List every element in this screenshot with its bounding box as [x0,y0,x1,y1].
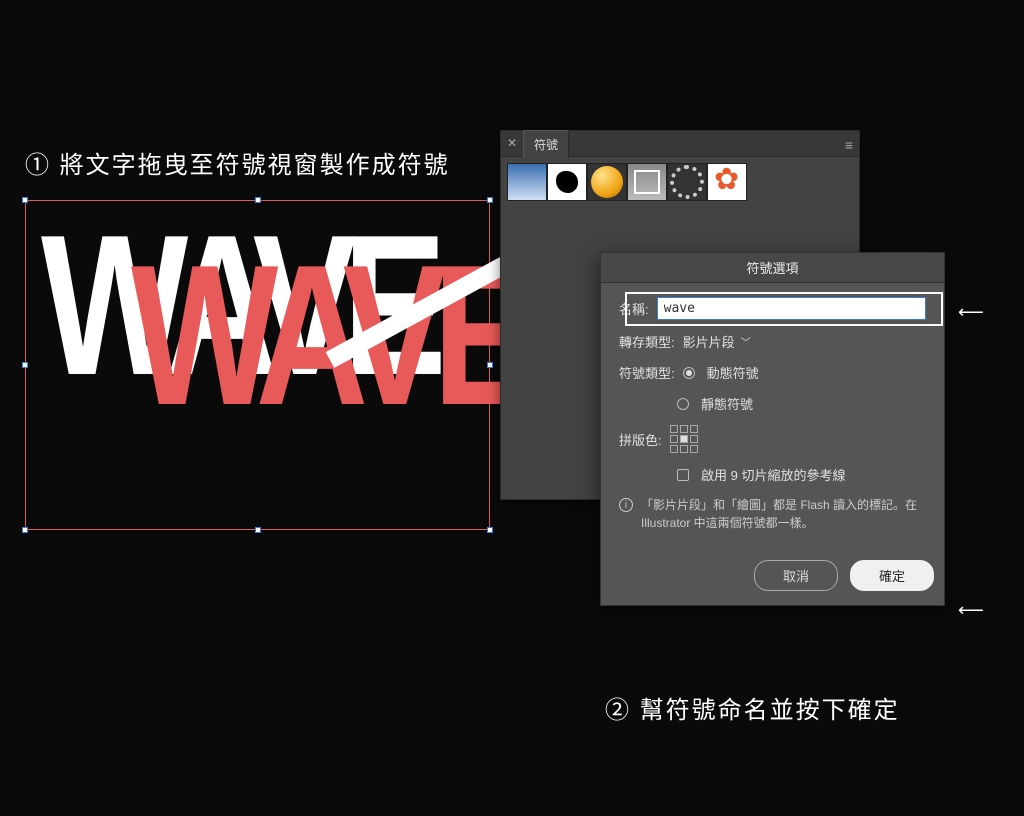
handle-mid-right[interactable] [487,362,493,368]
name-input[interactable] [657,297,926,320]
panel-tabbar: ✕ 符號 ≡ [501,131,859,157]
symbols-swatch-row [501,157,859,207]
symbol-swatch-sphere[interactable] [587,163,627,201]
chevron-down-icon: ﹀ [741,334,751,349]
handle-top-left[interactable] [22,197,28,203]
slice-checkbox[interactable] [677,469,689,481]
registration-grid[interactable] [670,425,698,453]
name-label: 名稱: [619,299,649,318]
symbol-swatch-ink[interactable] [547,163,587,201]
panel-close-icon[interactable]: ✕ [507,136,517,150]
symbol-options-dialog: 符號選項 名稱: 轉存類型: 影片片段 ﹀ 符號類型: 動態符號 靜態符號 拼版… [600,252,945,606]
symbol-swatch-gradient[interactable] [507,163,547,201]
symbol-swatch-ring[interactable] [667,163,707,201]
handle-top-mid[interactable] [255,197,261,203]
artwork-text-front: WAVE [131,246,523,426]
radio-static[interactable] [677,398,689,410]
export-type-dropdown[interactable]: 影片片段 ﹀ [683,332,751,351]
panel-tab-symbols[interactable]: 符號 [523,130,569,158]
annotation-step-1: ① 將文字拖曳至符號視窗製作成符號 [25,145,450,180]
symbol-type-label: 符號類型: [619,363,675,382]
cancel-button[interactable]: 取消 [754,560,838,591]
artwork-selection-bbox[interactable]: WAVE WAVE [25,200,490,530]
radio-dynamic-label: 動態符號 [707,363,759,382]
pointer-arrow-ok: ⟵ [958,600,984,621]
symbol-swatch-flower[interactable] [707,163,747,201]
export-type-value: 影片片段 [683,332,735,351]
radio-static-label: 靜態符號 [701,394,753,413]
info-icon: i [619,498,633,512]
symbol-swatch-frame[interactable] [627,163,667,201]
pointer-arrow-name: ⟵ [958,302,984,323]
ok-button[interactable]: 確定 [850,560,934,591]
dialog-title: 符號選項 [601,253,944,283]
annotation-step-2: ② 幫符號命名並按下確定 [605,690,900,725]
handle-bot-left[interactable] [22,527,28,533]
handle-bot-right[interactable] [487,527,493,533]
radio-dynamic[interactable] [683,367,695,379]
info-text: 「影片片段」和「繪圖」都是 Flash 讀入的標記。在 Illustrator … [641,496,926,532]
export-type-label: 轉存類型: [619,332,675,351]
panel-menu-icon[interactable]: ≡ [845,137,851,153]
handle-top-right[interactable] [487,197,493,203]
slice-checkbox-label: 啟用 9 切片縮放的參考線 [701,465,845,484]
handle-bot-mid[interactable] [255,527,261,533]
handle-mid-left[interactable] [22,362,28,368]
registration-label: 拼版色: [619,430,662,449]
